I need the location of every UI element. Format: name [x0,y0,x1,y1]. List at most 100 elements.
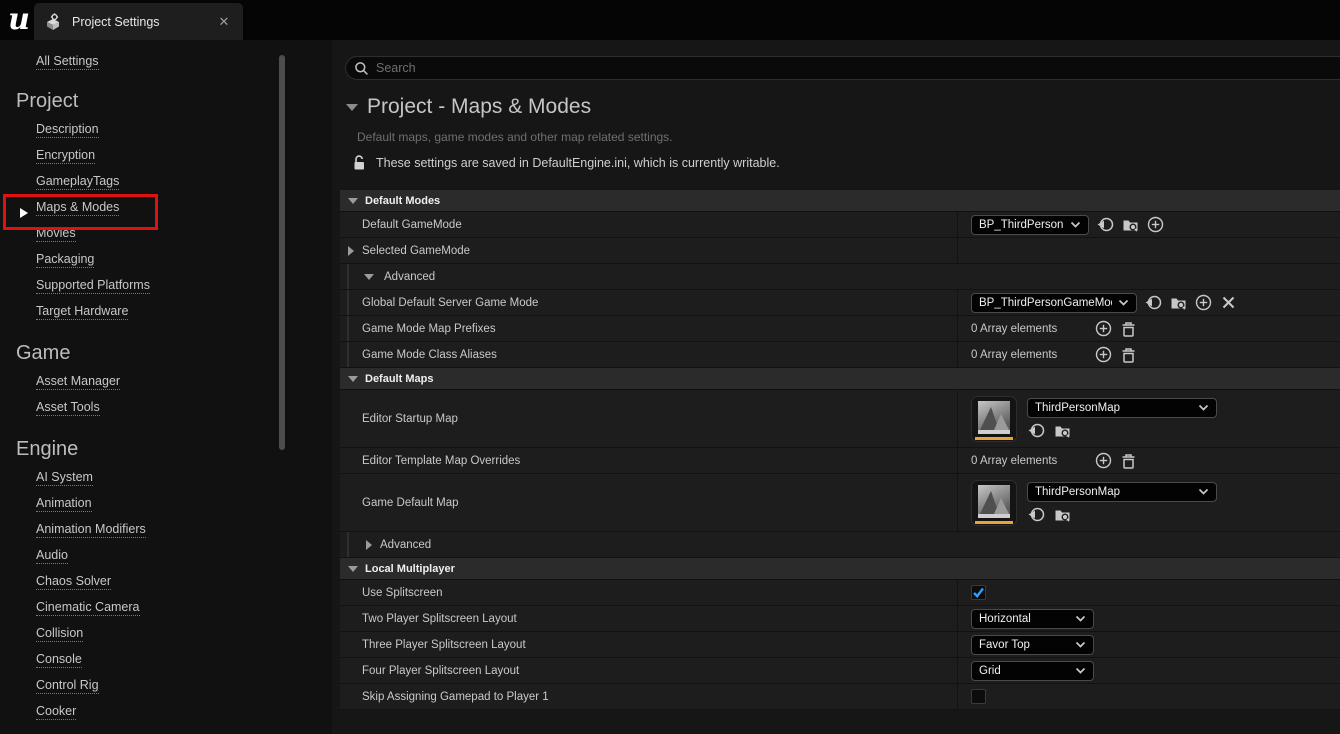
search-icon [354,61,369,76]
title-bar: u Project Settings ✕ [0,0,1340,40]
sidebar-engine-list: AI System Animation Animation Modifiers … [36,465,146,725]
sidebar-item-console[interactable]: Console [36,647,146,673]
use-selected-asset-icon[interactable] [1027,422,1045,440]
search-input[interactable] [376,61,1276,75]
unreal-engine-logo-icon: u [4,2,34,36]
array-elements-count: 0 Array elements [971,323,1087,335]
sidebar-item-encryption[interactable]: Encryption [36,143,150,169]
sidebar-item-description[interactable]: Description [36,117,150,143]
tab-close-icon[interactable]: ✕ [215,13,233,31]
section-header-default-maps[interactable]: Default Maps [340,368,1340,390]
add-array-element-icon[interactable] [1094,320,1112,338]
chevron-down-icon [1198,487,1209,496]
global-server-game-mode-dropdown[interactable]: BP_ThirdPersonGameMode [971,293,1137,313]
red-annotation-box [3,194,158,230]
setting-row-editor-startup-map: Editor Startup Map ThirdPersonMap [340,390,1340,448]
settings-list: Default Modes Default GameMode BP_ThirdP… [340,190,1340,710]
sidebar-item-all-settings[interactable]: All Settings [36,54,99,70]
sidebar-scrollbar[interactable] [279,55,285,450]
two-player-layout-dropdown[interactable]: Horizontal [971,609,1094,629]
tab-project-settings[interactable]: Project Settings ✕ [34,3,243,40]
section-header-default-modes[interactable]: Default Modes [340,190,1340,212]
setting-row-use-splitscreen: Use Splitscreen [340,580,1340,606]
default-gamemode-dropdown[interactable]: BP_ThirdPersonGameMode [971,215,1089,235]
sidebar-item-target-hardware[interactable]: Target Hardware [36,299,150,325]
sidebar-item-packaging[interactable]: Packaging [36,247,150,273]
sidebar-item-collision[interactable]: Collision [36,621,146,647]
advanced-subsection-header[interactable]: Advanced [340,264,1340,290]
tab-title: Project Settings [72,15,215,29]
project-settings-icon [44,13,62,31]
sidebar-section-game: Game [16,342,70,365]
add-array-element-icon[interactable] [1094,346,1112,364]
delete-array-icon[interactable] [1119,346,1137,364]
map-asset-thumbnail[interactable] [971,396,1017,442]
use-selected-asset-icon[interactable] [1096,216,1114,234]
setting-row-global-default-server-game-mode: Global Default Server Game Mode BP_Third… [340,290,1340,316]
advanced-subsection-collapsed[interactable]: Advanced [340,532,1340,558]
sidebar-item-cinematic-camera[interactable]: Cinematic Camera [36,595,146,621]
sidebar-item-ai-system[interactable]: AI System [36,465,146,491]
settings-main-panel: Project - Maps & Modes Default maps, gam… [332,40,1340,734]
project-settings-window: u Project Settings ✕ All Settings Projec… [0,0,1340,734]
setting-row-four-player-splitscreen-layout: Four Player Splitscreen Layout Grid [340,658,1340,684]
notice-text: These settings are saved in DefaultEngin… [376,156,780,170]
three-player-layout-dropdown[interactable]: Favor Top [971,635,1094,655]
browse-to-asset-icon[interactable] [1169,294,1187,312]
chevron-down-icon [1198,403,1209,412]
add-icon[interactable] [1194,294,1212,312]
skip-gamepad-checkbox-unchecked[interactable] [971,689,986,704]
add-icon[interactable] [1146,216,1164,234]
browse-to-asset-icon[interactable] [1053,422,1071,440]
delete-array-icon[interactable] [1119,452,1137,470]
chevron-down-icon [1075,614,1086,623]
section-collapse-icon [348,198,358,204]
setting-row-selected-gamemode[interactable]: Selected GameMode [340,238,1340,264]
sidebar-section-project: Project [16,90,78,113]
sidebar-item-control-rig[interactable]: Control Rig [36,673,146,699]
clear-icon[interactable] [1219,294,1237,312]
sidebar-item-asset-manager[interactable]: Asset Manager [36,369,120,395]
setting-row-skip-assigning-gamepad: Skip Assigning Gamepad to Player 1 [340,684,1340,710]
section-collapse-icon [348,566,358,572]
map-asset-thumbnail[interactable] [971,480,1017,526]
setting-row-game-default-map: Game Default Map ThirdPersonMap [340,474,1340,532]
sidebar-game-list: Asset Manager Asset Tools [36,369,120,421]
unlock-icon [352,154,367,171]
sidebar-item-chaos-solver[interactable]: Chaos Solver [36,569,146,595]
sidebar-item-supported-platforms[interactable]: Supported Platforms [36,273,150,299]
sidebar-item-gameplaytags[interactable]: GameplayTags [36,169,150,195]
sidebar-item-audio[interactable]: Audio [36,543,146,569]
check-icon [972,586,985,599]
section-collapse-icon [348,376,358,382]
editor-startup-map-dropdown[interactable]: ThirdPersonMap [1027,398,1217,418]
use-selected-asset-icon[interactable] [1027,506,1045,524]
game-default-map-dropdown[interactable]: ThirdPersonMap [1027,482,1217,502]
expand-icon[interactable] [348,246,354,256]
four-player-layout-dropdown[interactable]: Grid [971,661,1094,681]
chevron-down-icon [1075,640,1086,649]
browse-to-asset-icon[interactable] [1121,216,1139,234]
chevron-down-icon [1075,666,1086,675]
setting-row-default-gamemode: Default GameMode BP_ThirdPersonGameMode [340,212,1340,238]
sidebar-item-animation[interactable]: Animation [36,491,146,517]
sidebar-item-cooker[interactable]: Cooker [36,699,146,725]
settings-sidebar: All Settings Project Description Encrypt… [0,40,332,734]
setting-row-game-mode-class-aliases: Game Mode Class Aliases 0 Array elements [340,342,1340,368]
chevron-down-icon [1118,298,1129,307]
use-splitscreen-checkbox-checked[interactable] [971,585,986,600]
expand-icon [366,540,372,550]
browse-to-asset-icon[interactable] [1053,506,1071,524]
collapse-icon [364,274,374,280]
use-selected-asset-icon[interactable] [1144,294,1162,312]
chevron-down-icon [1070,220,1081,229]
add-array-element-icon[interactable] [1094,452,1112,470]
setting-row-three-player-splitscreen-layout: Three Player Splitscreen Layout Favor To… [340,632,1340,658]
sidebar-section-engine: Engine [16,438,78,461]
page-collapse-icon[interactable] [346,104,358,111]
sidebar-item-animation-modifiers[interactable]: Animation Modifiers [36,517,146,543]
delete-array-icon[interactable] [1119,320,1137,338]
sidebar-item-asset-tools[interactable]: Asset Tools [36,395,120,421]
setting-row-game-mode-map-prefixes: Game Mode Map Prefixes 0 Array elements [340,316,1340,342]
section-header-local-multiplayer[interactable]: Local Multiplayer [340,558,1340,580]
